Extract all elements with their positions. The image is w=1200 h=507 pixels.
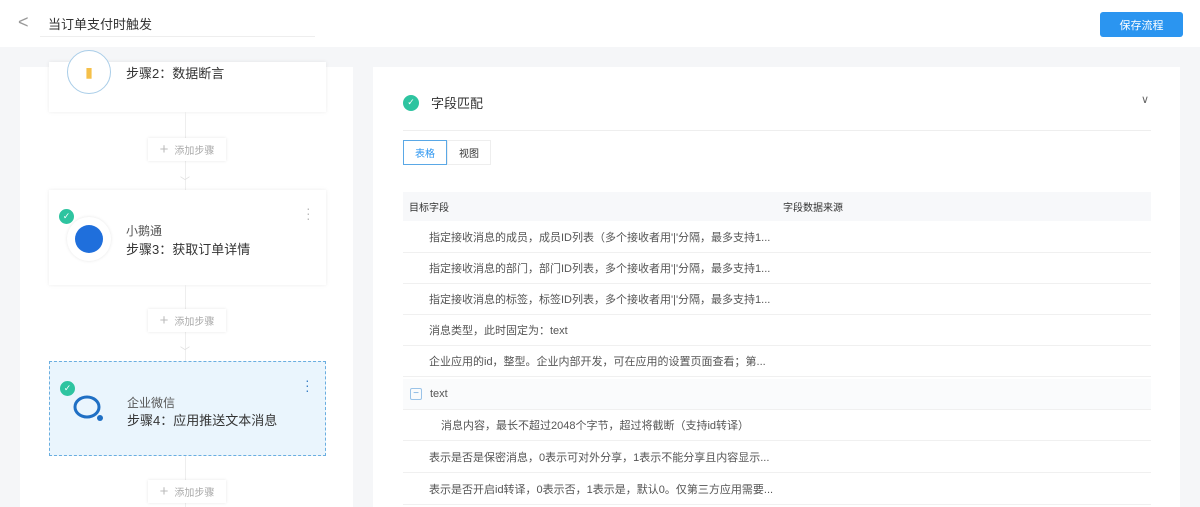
section-title: 字段匹配 xyxy=(431,96,484,111)
data-assert-icon: ▮ xyxy=(67,50,111,94)
view-tabs: 表格 视图 xyxy=(403,140,491,165)
step-label: 步骤2：数据断言 xyxy=(126,66,225,81)
step-card-2[interactable]: ▮ 步骤2：数据断言 xyxy=(49,50,326,112)
check-icon: ✓ xyxy=(60,381,75,396)
xiaoetong-icon xyxy=(67,217,111,261)
top-bar: < 当订单支付时触发 保存流程 xyxy=(0,0,1200,47)
table-row[interactable]: 指定接收消息的部门，部门ID列表，多个接收者用'|'分隔，最多支持1... xyxy=(403,253,1151,284)
more-icon[interactable]: · · · xyxy=(305,373,310,397)
add-step-button[interactable]: + 添加步骤 xyxy=(148,309,226,332)
step-app: 小鹅通 xyxy=(126,224,163,238)
step-label: 步骤3：获取订单详情 xyxy=(126,242,251,257)
table-group-row[interactable]: − text xyxy=(403,379,1151,410)
step-card-3[interactable]: ✓ 小鹅通 步骤3：获取订单详情 · · · xyxy=(49,190,326,285)
table-row[interactable]: 消息类型，此时固定为：text xyxy=(403,315,1151,346)
step-label: 步骤4：应用推送文本消息 xyxy=(127,413,278,428)
step-card-4[interactable]: ✓ 企业微信 步骤4：应用推送文本消息 · · · xyxy=(49,361,326,456)
table-row[interactable]: 指定接收消息的标签，标签ID列表，多个接收者用'|'分隔，最多支持1... xyxy=(403,284,1151,315)
step-app: 企业微信 xyxy=(127,396,176,410)
more-icon[interactable]: · · · xyxy=(306,201,311,225)
add-step-button[interactable]: + 添加步骤 xyxy=(148,138,226,161)
table-row[interactable]: 指定接收消息的成员，成员ID列表（多个接收者用'|'分隔，最多支持1... xyxy=(403,222,1151,253)
check-icon: ✓ xyxy=(59,209,74,224)
flow-title-input[interactable]: 当订单支付时触发 xyxy=(40,14,315,37)
chevron-down-icon[interactable]: ∨ xyxy=(1141,93,1149,106)
table-row[interactable]: 企业应用的id，整型。企业内部开发，可在应用的设置页面查看；第... xyxy=(403,346,1151,377)
back-icon[interactable]: < xyxy=(18,12,29,33)
tab-view[interactable]: 视图 xyxy=(447,140,491,165)
add-step-button[interactable]: + 添加步骤 xyxy=(148,480,226,503)
table-row[interactable]: 消息内容，最长不超过2048个字节，超过将截断（支持id转译） xyxy=(403,410,1151,441)
section-header[interactable]: ✓ 字段匹配 xyxy=(403,93,483,112)
group-label: text xyxy=(430,388,448,400)
save-flow-button[interactable]: 保存流程 xyxy=(1100,12,1183,37)
column-source: 字段数据来源 xyxy=(783,203,843,214)
wecom-icon xyxy=(68,388,112,432)
table-row[interactable]: 表示是否是保密消息，0表示可对外分享，1表示不能分享且内容显示... xyxy=(403,442,1151,473)
step-config-panel: ✓ 字段匹配 ∨ 表格 视图 目标字段 字段数据来源 指定接收消息的成员，成员I… xyxy=(373,67,1180,507)
table-header: 目标字段 字段数据来源 xyxy=(403,192,1151,221)
column-target-field: 目标字段 xyxy=(409,203,449,214)
check-icon: ✓ xyxy=(403,94,419,111)
table-row[interactable]: 表示是否开启id转译，0表示否，1表示是，默认0。仅第三方应用需要... xyxy=(403,474,1151,505)
collapse-icon[interactable]: − xyxy=(410,388,422,400)
flow-steps-panel: ▮ 步骤2：数据断言 + 添加步骤 ﹀ ✓ 小鹅通 步骤3：获取订单详情 · · · … xyxy=(20,50,353,507)
tab-table[interactable]: 表格 xyxy=(403,140,447,165)
